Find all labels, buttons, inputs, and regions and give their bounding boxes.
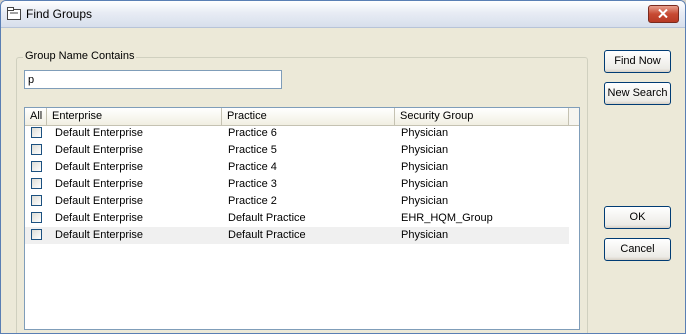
security-group-cell: Physician [401, 161, 449, 173]
enterprise-cell: Default Enterprise [55, 178, 144, 190]
list-header: All Enterprise Practice Security Group [25, 108, 579, 126]
row-checkbox[interactable] [31, 161, 42, 172]
column-header-enterprise[interactable]: Enterprise [47, 108, 222, 125]
new-search-button[interactable]: New Search [604, 82, 671, 105]
row-checkbox[interactable] [31, 144, 42, 155]
table-row[interactable]: Default Enterprise Practice 6 Physician [25, 125, 569, 142]
security-group-cell: Physician [401, 127, 449, 139]
practice-cell: Default Practice [228, 212, 306, 224]
column-header-practice[interactable]: Practice [222, 108, 395, 125]
row-checkbox[interactable] [31, 178, 42, 189]
security-group-cell: Physician [401, 178, 449, 190]
table-row[interactable]: Default Enterprise Practice 3 Physician [25, 176, 569, 193]
ok-button[interactable]: OK [604, 206, 671, 229]
enterprise-cell: Default Enterprise [55, 161, 144, 173]
practice-cell: Practice 2 [228, 195, 277, 207]
column-header-all[interactable]: All [25, 108, 47, 125]
window-title: Find Groups [26, 7, 93, 21]
close-button[interactable] [648, 5, 679, 23]
row-checkbox[interactable] [31, 212, 42, 223]
practice-cell: Practice 3 [228, 178, 277, 190]
title-bar[interactable]: Find Groups [1, 1, 685, 28]
practice-cell: Default Practice [228, 229, 306, 241]
table-row[interactable]: Default Enterprise Practice 5 Physician [25, 142, 569, 159]
row-checkbox[interactable] [31, 127, 42, 138]
practice-cell: Practice 4 [228, 161, 277, 173]
table-row[interactable]: Default Enterprise Default Practice EHR_… [25, 210, 569, 227]
groups-list[interactable]: All Enterprise Practice Security Group D… [24, 107, 580, 330]
column-header-security-group[interactable]: Security Group [395, 108, 569, 125]
find-now-button[interactable]: Find Now [604, 50, 671, 73]
find-groups-window: Find Groups Group Name Contains All Ente… [0, 0, 686, 334]
table-row[interactable]: Default Enterprise Practice 4 Physician [25, 159, 569, 176]
close-icon [658, 9, 668, 18]
group-name-input[interactable] [24, 70, 282, 89]
security-group-cell: EHR_HQM_Group [401, 212, 493, 224]
dialog-body: Group Name Contains All Enterprise Pract… [1, 28, 685, 333]
enterprise-cell: Default Enterprise [55, 127, 144, 139]
row-checkbox[interactable] [31, 195, 42, 206]
cancel-button[interactable]: Cancel [604, 238, 671, 261]
security-group-cell: Physician [401, 229, 449, 241]
table-row[interactable]: Default Enterprise Practice 2 Physician [25, 193, 569, 210]
group-name-label: Group Name Contains [23, 50, 137, 62]
practice-cell: Practice 5 [228, 144, 277, 156]
security-group-cell: Physician [401, 144, 449, 156]
enterprise-cell: Default Enterprise [55, 144, 144, 156]
practice-cell: Practice 6 [228, 127, 277, 139]
enterprise-cell: Default Enterprise [55, 212, 144, 224]
folder-icon [7, 7, 21, 20]
enterprise-cell: Default Enterprise [55, 229, 144, 241]
enterprise-cell: Default Enterprise [55, 195, 144, 207]
table-row[interactable]: Default Enterprise Default Practice Phys… [25, 227, 569, 244]
row-checkbox[interactable] [31, 229, 42, 240]
security-group-cell: Physician [401, 195, 449, 207]
